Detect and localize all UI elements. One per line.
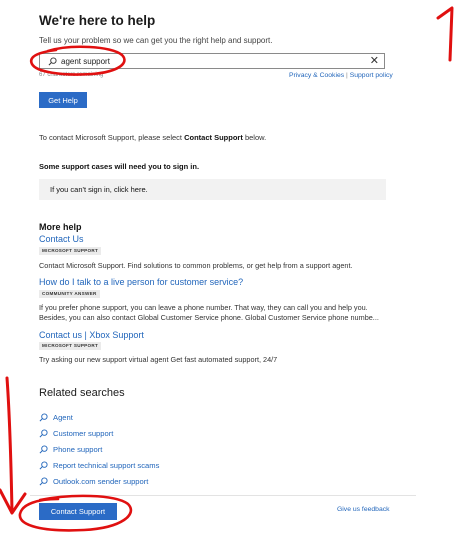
annotation-arrow-head: [0, 488, 27, 515]
more-help-heading: More help: [39, 222, 82, 232]
search-icon: [39, 444, 49, 454]
contact-support-button[interactable]: Contact Support: [39, 503, 117, 520]
support-policy-link[interactable]: Support policy: [350, 72, 393, 79]
policy-separator: |: [346, 72, 348, 79]
result-tag: COMMUNITY ANSWER: [39, 290, 100, 298]
related-item-customer-support[interactable]: Customer support: [39, 428, 113, 438]
footer-divider: [30, 495, 416, 496]
close-icon[interactable]: ✕: [370, 55, 379, 68]
search-icon: [45, 54, 59, 68]
contact-prefix: To contact Microsoft Support, please sel…: [39, 133, 182, 142]
privacy-cookies-link[interactable]: Privacy & Cookies: [289, 72, 344, 79]
search-icon: [39, 460, 49, 470]
result-tag: MICROSOFT SUPPORT: [39, 342, 102, 350]
related-item-label[interactable]: Agent: [53, 413, 73, 422]
result-desc: Try asking our new support virtual agent…: [39, 355, 278, 364]
result-desc: Contact Microsoft Support. Find solution…: [39, 261, 353, 270]
result-desc: If you prefer phone support, you can lea…: [39, 303, 368, 312]
related-item-outlook-sender[interactable]: Outlook.com sender support: [39, 476, 148, 486]
search-icon: [39, 476, 49, 486]
page-title: We're here to help: [39, 13, 156, 28]
related-item-label[interactable]: Report technical support scams: [53, 461, 159, 470]
related-item-label[interactable]: Customer support: [53, 429, 113, 438]
related-item-label[interactable]: Phone support: [53, 445, 102, 454]
result-title-xbox-support[interactable]: Contact us | Xbox Support: [39, 330, 144, 340]
result-title-contact-us[interactable]: Contact Us: [39, 234, 84, 244]
search-box[interactable]: ✕: [39, 53, 385, 69]
contact-suffix: below.: [244, 133, 267, 142]
annotation-one-stroke: [436, 6, 454, 62]
related-item-agent[interactable]: Agent: [39, 412, 73, 422]
char-count: 67 characters remaining: [39, 72, 104, 78]
result-title-live-person[interactable]: How do I talk to a live person for custo…: [39, 277, 243, 287]
result-desc-line2: Besides, you can also contact Global Cus…: [39, 313, 379, 322]
related-item-phone-support[interactable]: Phone support: [39, 444, 102, 454]
signin-help-box[interactable]: If you can't sign in, click here.: [39, 179, 386, 200]
feedback-link[interactable]: Give us feedback: [337, 506, 390, 513]
contact-instructions: To contact Microsoft Support, please sel…: [39, 133, 266, 142]
search-input[interactable]: [59, 56, 361, 66]
related-searches-heading: Related searches: [39, 387, 125, 399]
result-tag: MICROSOFT SUPPORT: [39, 247, 102, 255]
related-item-report-scams[interactable]: Report technical support scams: [39, 460, 159, 470]
get-help-button[interactable]: Get Help: [39, 92, 87, 108]
policy-links: Privacy & Cookies | Support policy: [289, 72, 393, 79]
intro-text: Tell us your problem so we can get you t…: [39, 36, 273, 45]
related-item-label[interactable]: Outlook.com sender support: [53, 477, 148, 486]
contact-bold: Contact Support: [184, 133, 243, 142]
annotation-arrow-line: [5, 376, 14, 514]
search-icon: [39, 428, 49, 438]
signin-note: Some support cases will need you to sign…: [39, 162, 200, 171]
search-icon: [39, 412, 49, 422]
